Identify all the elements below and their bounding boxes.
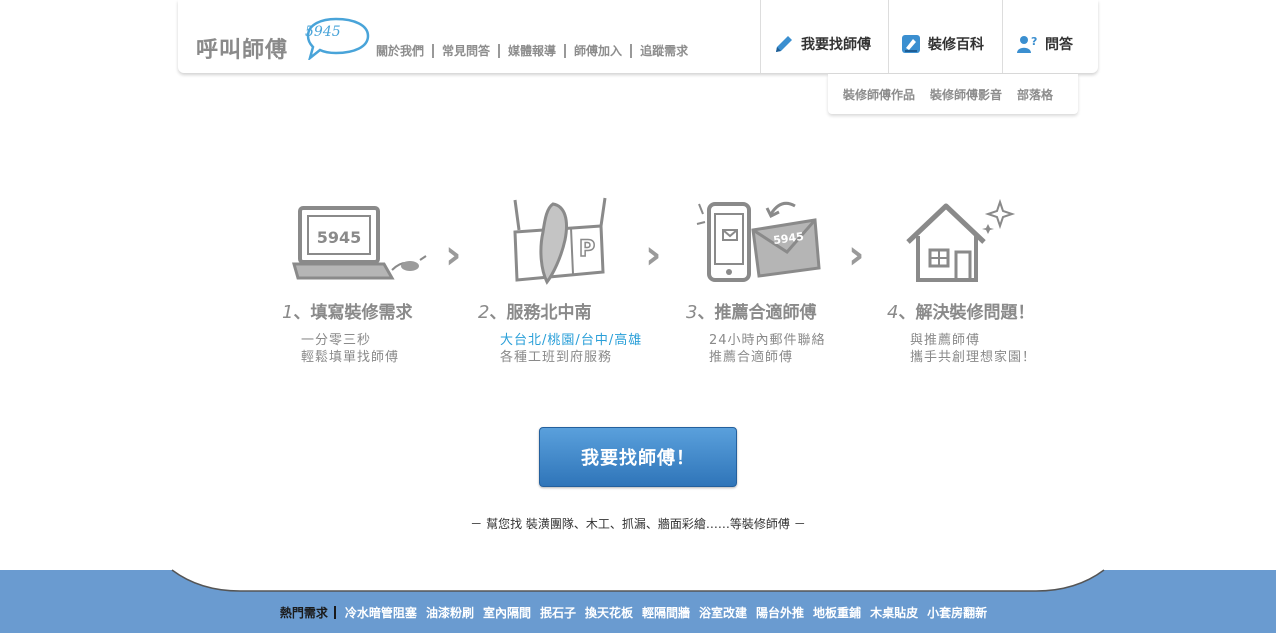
step-3-desc: 24小時內郵件聯絡 推薦合適師傅 (709, 332, 826, 366)
service-cities: 大台北/桃園/台中/高雄 (500, 333, 643, 348)
hot-link[interactable]: 油漆粉刷 (426, 604, 474, 621)
hot-link[interactable]: 木桌貼皮 (870, 604, 918, 621)
step-4-desc: 與推薦師傅 攜手共創理想家園！ (910, 332, 1036, 366)
nav-label: 我要找師傅 (801, 36, 871, 53)
hot-link[interactable]: 輕隔間牆 (642, 604, 690, 621)
svg-text:P: P (579, 237, 595, 262)
find-master-button[interactable]: 我要找師傅！ (539, 427, 737, 487)
step-number: 1 (282, 302, 294, 323)
pencil-icon (776, 35, 792, 52)
subnav-about[interactable]: 關於我們 (368, 44, 432, 58)
city-kaohsiung: 高雄 (614, 333, 643, 348)
hot-link[interactable]: 小套房翻新 (927, 604, 987, 621)
step-desc-line: 輕鬆填單找師傅 (301, 350, 400, 365)
main-nav: 我要找師傅 裝修百科 ? 問答 (760, 0, 1097, 73)
nav-qa[interactable]: ? 問答 (1002, 0, 1097, 73)
tagline: － 幫您找 裝潢團隊、木工、抓漏、牆面彩繪……等裝修師傅 － (470, 517, 806, 531)
logo-text: 呼叫師傅 (196, 38, 289, 63)
dropnav-blog[interactable]: 部落格 (1017, 86, 1053, 103)
step-desc-line: 24小時內郵件聯絡 (709, 333, 826, 348)
hot-link[interactable]: 冷水暗管阻塞 (345, 604, 417, 621)
subnav-media[interactable]: 媒體報導 (500, 44, 564, 58)
site-header: 呼叫師傅 5945 關於我們 常見問答 媒體報導 師傅加入 追蹤需求 我要找師傅 (178, 0, 1098, 73)
subnav-faq[interactable]: 常見問答 (434, 44, 498, 58)
step-desc-line: 推薦合適師傅 (709, 350, 794, 365)
svg-text:?: ? (1031, 35, 1037, 48)
step-number: 2 (478, 302, 490, 323)
book-icon (902, 34, 920, 53)
laptop-screen-text: 5945 (317, 228, 362, 247)
city-taichung: 台中 (580, 333, 609, 348)
step-title-text: 填寫裝修需求 (310, 303, 413, 323)
nav-label: 裝修百科 (928, 36, 984, 53)
footer-background (0, 569, 1276, 633)
hot-link[interactable]: 地板重鋪 (813, 604, 861, 621)
nav-find-master[interactable]: 我要找師傅 (760, 0, 888, 73)
step-2-desc: 大台北/桃園/台中/高雄 各種工班到府服務 (500, 332, 642, 366)
dropnav-videos[interactable]: 裝修師傅影音 (930, 86, 1002, 103)
site-logo[interactable]: 呼叫師傅 5945 (196, 14, 370, 64)
hot-link[interactable]: 換天花板 (585, 604, 633, 621)
step-desc-line: 各種工班到府服務 (500, 350, 613, 365)
phone-mail-illustration: 5945 (696, 201, 821, 282)
hot-link[interactable]: 室內隔間 (483, 604, 531, 621)
step-number: 3 (686, 302, 698, 323)
dropnav-works[interactable]: 裝修師傅作品 (843, 86, 915, 103)
hot-link[interactable]: 陽台外推 (756, 604, 804, 621)
step-3-title: 3、推薦合適師傅 (686, 302, 817, 323)
city-taipei: 大台北 (500, 333, 543, 348)
divider (333, 606, 336, 619)
subnav-join[interactable]: 師傅加入 (566, 44, 630, 58)
nav-label: 問答 (1045, 36, 1073, 53)
logo-number: 5945 (305, 24, 341, 40)
chevron-right-icon: › (645, 232, 662, 278)
map-illustration: P (513, 197, 607, 285)
nav-encyclopedia[interactable]: 裝修百科 (888, 0, 1002, 73)
city-taoyuan: 桃園 (547, 333, 576, 348)
chevron-right-icon: › (848, 232, 865, 278)
step-4-title: 4、解決裝修問題！ (887, 302, 1035, 323)
subnav-track[interactable]: 追蹤需求 (632, 44, 696, 58)
user-question-icon: ? (1017, 35, 1037, 53)
step-title-text: 推薦合適師傅 (714, 303, 817, 323)
step-1-desc: 一分零三秒 輕鬆填單找師傅 (301, 332, 399, 366)
secondary-nav: 關於我們 常見問答 媒體報導 師傅加入 追蹤需求 (368, 44, 696, 58)
hot-link[interactable]: 抿石子 (540, 604, 576, 621)
hot-link[interactable]: 浴室改建 (699, 604, 747, 621)
step-title-text: 解決裝修問題！ (915, 303, 1035, 323)
step-title-text: 服務北中南 (506, 303, 592, 323)
step-2-title: 2、服務北中南 (478, 302, 592, 323)
step-desc-line: 一分零三秒 (301, 333, 372, 348)
step-1-title: 1、填寫裝修需求 (282, 302, 413, 323)
step-desc-line: 與推薦師傅 (910, 333, 981, 348)
chevron-right-icon: › (445, 232, 462, 278)
house-illustration (906, 198, 1016, 282)
step-number: 4 (887, 302, 899, 323)
hot-demand-bar: 熱門需求 冷水暗管阻塞 油漆粉刷 室內隔間 抿石子 換天花板 輕隔間牆 浴室改建… (0, 604, 1276, 621)
step-desc-line: 攜手共創理想家園！ (910, 350, 1037, 365)
laptop-illustration: 5945 (292, 206, 427, 280)
hot-demand-label: 熱門需求 (279, 606, 328, 620)
dropdown-nav: 裝修師傅作品 裝修師傅影音 部落格 (828, 74, 1078, 114)
